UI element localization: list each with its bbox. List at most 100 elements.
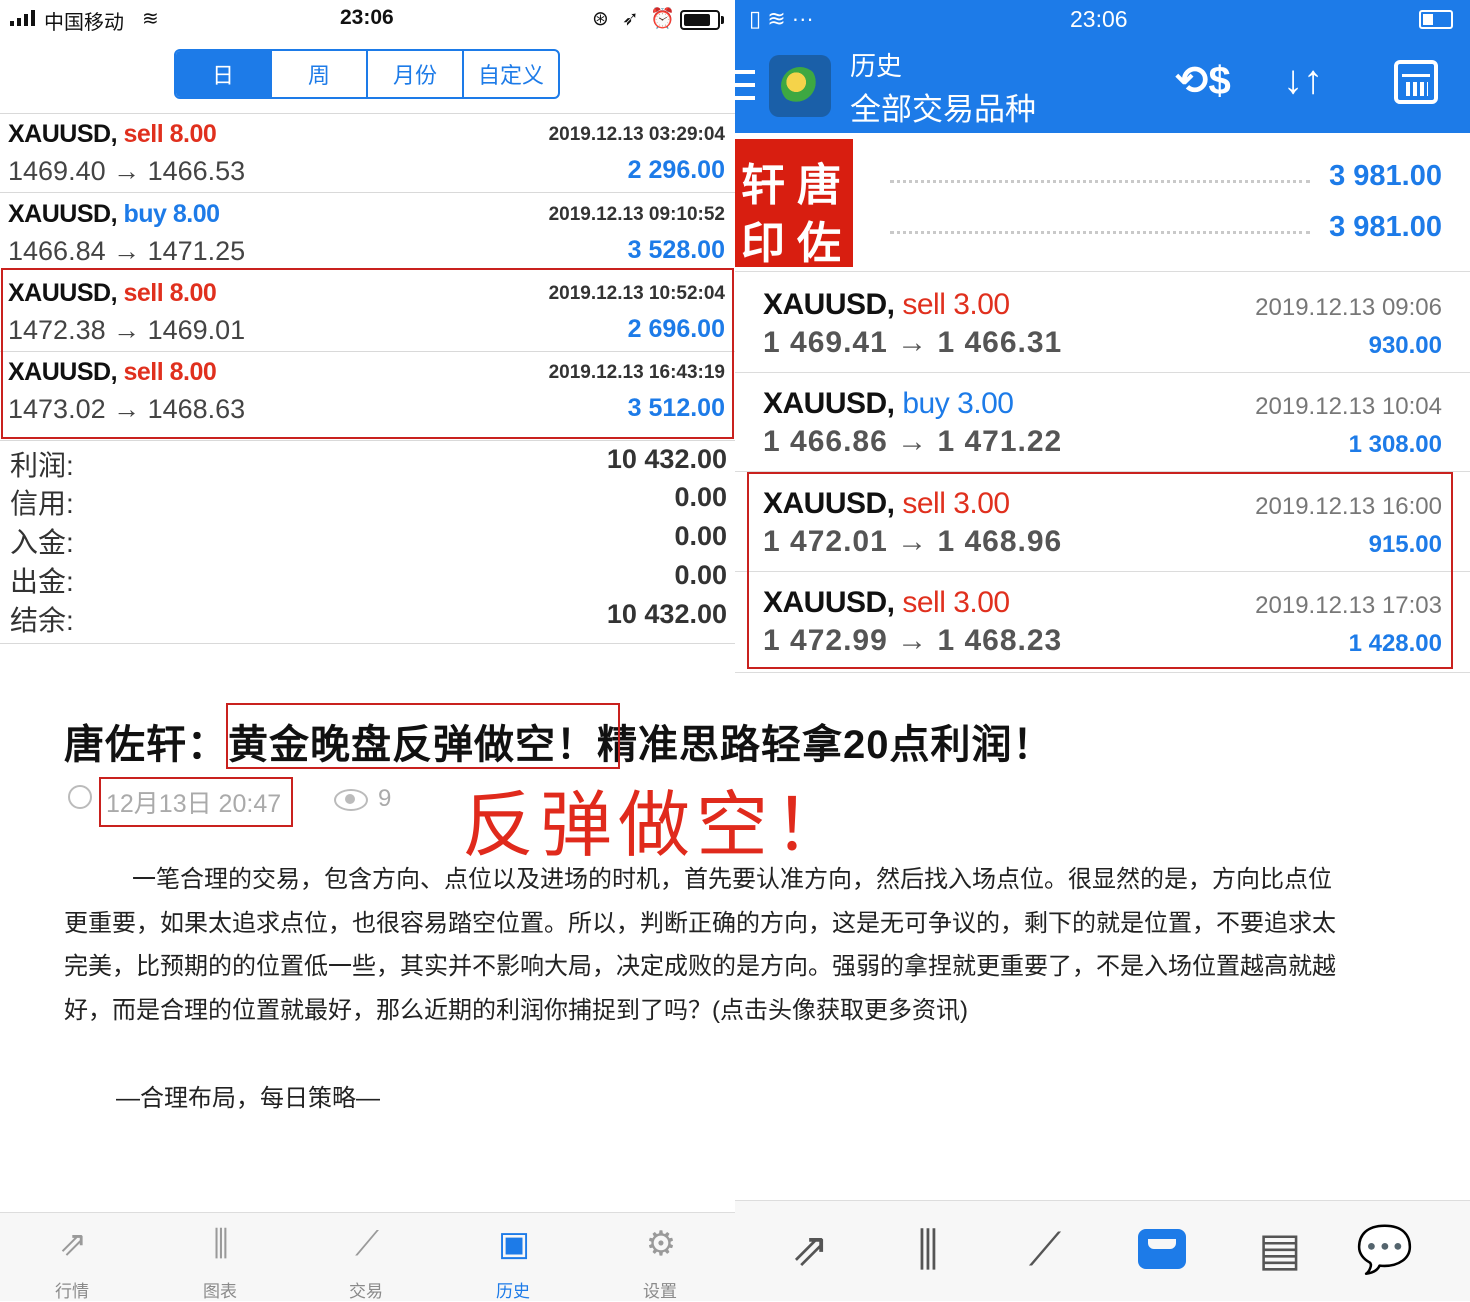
tab-label: 设置 <box>643 1282 677 1301</box>
trade-symbol: XAUUSD, <box>763 288 895 321</box>
bottom-tab-bar: ⇗ ⫼ ⟋ ▤ 💬 <box>735 1200 1470 1301</box>
balance-value: 3 981.00 <box>1329 211 1442 243</box>
battery-icon <box>1419 10 1453 29</box>
eye-icon <box>334 789 368 811</box>
trade-symbol: XAUUSD, <box>8 200 118 228</box>
trade-profit: 3 528.00 <box>627 236 725 264</box>
red-seal-stamp: 轩 唐 印 佐 <box>735 139 853 269</box>
quotes-icon[interactable]: ⇗ <box>780 1219 840 1279</box>
bottom-tab-bar: ⇗ 行情 ⫼ 图表 ⟋ 交易 ▣ 历史 ⚙ 设置 <box>0 1212 735 1301</box>
summary-label: 入金: <box>10 527 74 558</box>
segment-month[interactable]: 月份 <box>366 51 462 97</box>
news-icon[interactable]: ▤ <box>1250 1219 1310 1279</box>
status-bar: 中国移动 ≋ 23:06 ⊛ ➶ ⏰ <box>0 0 735 40</box>
history-icon[interactable] <box>1132 1219 1192 1279</box>
highlight-box <box>1 268 734 439</box>
trade-datetime: 2019.12.13 09:10:52 <box>548 204 725 225</box>
summary-profit: 利润: 10 432.00 <box>0 444 735 482</box>
chart-icon[interactable]: ⫼ <box>898 1219 958 1279</box>
currency-exchange-icon[interactable]: ⟲$ <box>1175 58 1231 104</box>
divider <box>735 271 1470 272</box>
trade-symbol: XAUUSD, <box>8 120 118 148</box>
summary-value: 10 432.00 <box>606 444 727 474</box>
segment-custom[interactable]: 自定义 <box>462 51 558 97</box>
trade-datetime: 2019.12.13 03:29:04 <box>548 124 725 145</box>
trade-prices: 1466.84 → 1471.25 <box>8 236 246 266</box>
tab-label: 交易 <box>349 1282 383 1301</box>
segment-week[interactable]: 周 <box>270 51 366 97</box>
symbol-filter[interactable]: 全部交易品种 <box>850 84 1036 129</box>
trade-volume: 3.00 <box>957 387 1014 420</box>
summary-label: 结余: <box>10 605 74 636</box>
signal-icon <box>10 10 40 26</box>
segment-day[interactable]: 日 <box>176 51 270 97</box>
handwritten-annotation: 反弹做空！ <box>462 783 853 867</box>
divider <box>735 672 1470 673</box>
dotted-leader <box>890 180 1310 183</box>
trade-symbol: XAUUSD, <box>763 387 895 420</box>
tab-settings[interactable]: ⚙ 设置 <box>610 1213 710 1301</box>
summary-balance: 结余: 10 432.00 <box>0 599 735 637</box>
rotation-lock-icon: ⊛ <box>592 8 609 30</box>
sort-icon[interactable]: ↓↑ <box>1283 58 1323 103</box>
trade-side: buy <box>902 387 950 420</box>
tab-trade[interactable]: ⟋ 交易 <box>316 1213 416 1301</box>
divider <box>0 440 735 441</box>
dotted-leader <box>890 231 1310 234</box>
trade-icon: ⟋ <box>355 1225 379 1263</box>
trade-prices: 1 466.86 → 1 471.22 <box>763 425 1063 458</box>
chart-icon: ⫼ <box>213 1225 229 1263</box>
title-prefix: 唐佐轩： <box>64 723 228 767</box>
clock-icon <box>68 785 92 809</box>
trade-row[interactable]: XAUUSD, buy 8.00 2019.12.13 09:10:52 146… <box>0 194 735 273</box>
alarm-icon: ⏰ <box>650 8 675 30</box>
status-time: 23:06 <box>1070 6 1128 32</box>
article-slogan: —合理布局，每日策略— <box>116 1085 380 1112</box>
summary-withdrawal: 出金: 0.00 <box>0 560 735 598</box>
metatrader-logo <box>769 55 831 117</box>
trade-volume: 3.00 <box>953 288 1010 321</box>
trade-row[interactable]: XAUUSD, sell 8.00 2019.12.13 03:29:04 14… <box>0 114 735 193</box>
summary-credit: 信用: 0.00 <box>0 482 735 520</box>
location-icon: ➶ <box>622 8 639 30</box>
trade-datetime: 2019.12.13 10:04 <box>1255 393 1442 420</box>
balance-value: 3 981.00 <box>1329 160 1442 192</box>
trade-prices: 1469.40 → 1466.53 <box>8 156 246 186</box>
history-icon: ▣ <box>497 1225 531 1263</box>
chat-icon[interactable]: 💬 <box>1355 1219 1415 1279</box>
period-segmented-control: 日 周 月份 自定义 <box>174 49 560 99</box>
tab-quotes[interactable]: ⇗ 行情 <box>22 1213 122 1301</box>
trade-volume: 8.00 <box>169 120 217 148</box>
trade-side: sell <box>902 288 946 321</box>
trade-profit: 930.00 <box>1368 332 1442 359</box>
menu-icon[interactable] <box>735 70 755 100</box>
summary-label: 信用: <box>10 488 74 519</box>
tab-chart[interactable]: ⫼ 图表 <box>170 1213 270 1301</box>
trade-icon[interactable]: ⟋ <box>1015 1219 1075 1279</box>
highlight-box <box>747 472 1453 669</box>
trade-side: sell <box>123 120 164 148</box>
summary-value: 10 432.00 <box>606 599 727 629</box>
tab-label: 历史 <box>496 1282 530 1301</box>
trade-row[interactable]: XAUUSD, sell 3.00 2019.12.13 09:06 1 469… <box>735 274 1470 374</box>
divider <box>0 192 735 193</box>
tab-label: 行情 <box>55 1282 89 1301</box>
trade-datetime: 2019.12.13 09:06 <box>1255 294 1442 321</box>
wifi-icon: ≋ <box>142 8 159 30</box>
trade-prices: 1 469.41 → 1 466.31 <box>763 326 1063 359</box>
app-header: ▯ ≋ ··· 23:06 历史 全部交易品种 ⟲$ ↓↑ <box>735 0 1470 133</box>
trade-row[interactable]: XAUUSD, buy 3.00 2019.12.13 10:04 1 466.… <box>735 373 1470 473</box>
settings-icon: ⚙ <box>645 1225 677 1263</box>
article-paragraph: 一笔合理的交易，包含方向、点位以及进场的时机，首先要认准方向，然后找入场点位。很… <box>64 866 1336 1024</box>
calendar-icon[interactable] <box>1394 60 1438 104</box>
trade-profit: 1 308.00 <box>1348 431 1442 458</box>
summary-deposit: 入金: 0.00 <box>0 521 735 559</box>
tab-history[interactable]: ▣ 历史 <box>463 1213 563 1301</box>
summary-value: 0.00 <box>674 521 727 551</box>
trade-side: buy <box>123 200 167 228</box>
status-icons: ▯ ≋ ··· <box>749 6 814 31</box>
view-count: 9 <box>378 785 392 812</box>
status-time: 23:06 <box>340 6 394 29</box>
battery-icon <box>680 10 724 30</box>
quotes-icon: ⇗ <box>58 1225 88 1263</box>
